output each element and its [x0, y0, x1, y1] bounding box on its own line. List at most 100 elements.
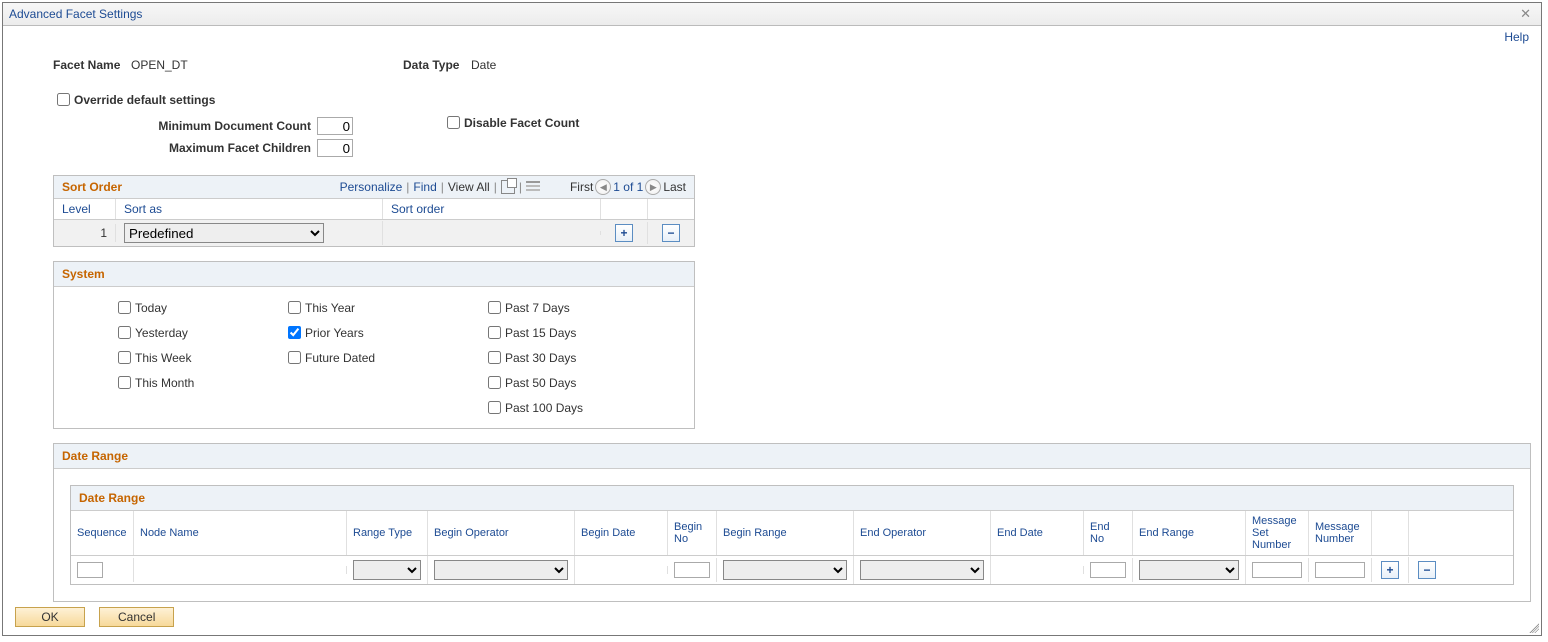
- zoom-icon[interactable]: [501, 180, 515, 194]
- col-end-date[interactable]: End Date: [991, 511, 1084, 555]
- begin-range-select[interactable]: [723, 560, 847, 580]
- content-area: Facet Name OPEN_DT Data Type Date Overri…: [3, 44, 1541, 602]
- prior-years-checkbox[interactable]: [288, 326, 301, 339]
- col-sort-as: Sort as: [116, 199, 383, 219]
- past-50-checkbox[interactable]: [488, 376, 501, 389]
- past-30-label: Past 30 Days: [505, 351, 576, 365]
- this-month-label: This Month: [135, 376, 194, 390]
- yesterday-checkbox[interactable]: [118, 326, 131, 339]
- today-label: Today: [135, 301, 167, 315]
- prev-page-icon[interactable]: ◀: [595, 179, 611, 195]
- col-end-operator[interactable]: End Operator: [854, 511, 991, 555]
- col-end-range[interactable]: End Range: [1133, 511, 1246, 555]
- sort-row-level: 1: [54, 224, 116, 242]
- top-fields: Facet Name OPEN_DT Data Type Date: [53, 54, 1491, 76]
- end-no-input[interactable]: [1090, 562, 1126, 578]
- future-dated-checkbox[interactable]: [288, 351, 301, 364]
- date-range-outer-title: Date Range: [54, 444, 1530, 469]
- range-type-select[interactable]: [353, 560, 421, 580]
- future-dated-label: Future Dated: [305, 351, 375, 365]
- col-range-type[interactable]: Range Type: [347, 511, 428, 555]
- disable-facet-count-label: Disable Facet Count: [464, 116, 579, 130]
- personalize-link[interactable]: Personalize: [340, 180, 403, 194]
- date-range-columns: Sequence Node Name Range Type Begin Oper…: [71, 511, 1513, 556]
- facet-name-value: OPEN_DT: [131, 58, 188, 72]
- page-info: 1 of 1: [613, 180, 643, 194]
- first-label: First: [570, 180, 593, 194]
- override-default-label: Override default settings: [74, 93, 215, 107]
- date-range-inner-title: Date Range: [71, 486, 1513, 511]
- col-node-name[interactable]: Node Name: [134, 511, 347, 555]
- range-delete-button[interactable]: −: [1418, 561, 1436, 579]
- this-month-checkbox[interactable]: [118, 376, 131, 389]
- sequence-input[interactable]: [77, 562, 103, 578]
- min-doc-count-input[interactable]: [317, 117, 353, 135]
- add-row-button[interactable]: +: [615, 224, 633, 242]
- date-range-grid: Date Range Sequence Node Name Range Type…: [70, 485, 1514, 585]
- sort-order-grid: Sort Order Personalize | Find | View All…: [53, 175, 695, 247]
- col-begin-operator[interactable]: Begin Operator: [428, 511, 575, 555]
- sort-row-order: [383, 231, 601, 235]
- msg-set-input[interactable]: [1252, 562, 1302, 578]
- col-begin-range[interactable]: Begin Range: [717, 511, 854, 555]
- msg-num-input[interactable]: [1315, 562, 1365, 578]
- cancel-button[interactable]: Cancel: [99, 607, 174, 627]
- override-default-checkbox[interactable]: [57, 93, 70, 106]
- date-range-row: + −: [71, 556, 1513, 584]
- col-end-no[interactable]: End No: [1084, 511, 1133, 555]
- col-begin-no[interactable]: Begin No: [668, 511, 717, 555]
- download-grid-icon[interactable]: [526, 181, 540, 193]
- begin-operator-select[interactable]: [434, 560, 568, 580]
- delete-row-button[interactable]: −: [662, 224, 680, 242]
- this-week-checkbox[interactable]: [118, 351, 131, 364]
- end-range-select[interactable]: [1139, 560, 1239, 580]
- sort-columns: Level Sort as Sort order: [54, 199, 694, 220]
- this-week-label: This Week: [135, 351, 191, 365]
- last-label: Last: [663, 180, 686, 194]
- next-page-icon[interactable]: ▶: [645, 179, 661, 195]
- max-children-label: Maximum Facet Children: [169, 141, 311, 155]
- this-year-checkbox[interactable]: [288, 301, 301, 314]
- begin-date-cell: [575, 566, 668, 574]
- footer-buttons: OK Cancel: [15, 607, 174, 627]
- past-7-checkbox[interactable]: [488, 301, 501, 314]
- find-link[interactable]: Find: [413, 180, 436, 194]
- data-type-value: Date: [471, 58, 496, 72]
- close-icon[interactable]: ✕: [1516, 6, 1535, 22]
- prior-years-label: Prior Years: [305, 326, 364, 340]
- col-msg-set-number[interactable]: Message Set Number: [1246, 511, 1309, 555]
- past-100-checkbox[interactable]: [488, 401, 501, 414]
- sort-row: 1 Predefined + −: [54, 220, 694, 246]
- col-msg-number[interactable]: Message Number: [1309, 511, 1372, 555]
- col-begin-date[interactable]: Begin Date: [575, 511, 668, 555]
- today-checkbox[interactable]: [118, 301, 131, 314]
- ok-button[interactable]: OK: [15, 607, 85, 627]
- yesterday-label: Yesterday: [135, 326, 188, 340]
- help-row: Help: [3, 26, 1541, 44]
- begin-no-input[interactable]: [674, 562, 710, 578]
- end-operator-select[interactable]: [860, 560, 984, 580]
- past-15-label: Past 15 Days: [505, 326, 576, 340]
- dialog-window: Advanced Facet Settings ✕ Help Facet Nam…: [2, 2, 1542, 636]
- range-add-button[interactable]: +: [1381, 561, 1399, 579]
- view-all-text: View All: [448, 180, 490, 194]
- min-doc-count-label: Minimum Document Count: [158, 119, 311, 133]
- title-bar: Advanced Facet Settings ✕: [3, 3, 1541, 26]
- node-name-cell: [134, 566, 347, 574]
- col-sort-order: Sort order: [383, 199, 601, 219]
- col-sequence[interactable]: Sequence: [71, 511, 134, 555]
- past-7-label: Past 7 Days: [505, 301, 570, 315]
- sort-order-header: Sort Order Personalize | Find | View All…: [54, 176, 694, 199]
- sort-as-select[interactable]: Predefined: [124, 223, 324, 243]
- max-children-input[interactable]: [317, 139, 353, 157]
- help-link[interactable]: Help: [1504, 30, 1529, 44]
- past-30-checkbox[interactable]: [488, 351, 501, 364]
- disable-facet-count-checkbox[interactable]: [447, 116, 460, 129]
- sort-order-title: Sort Order: [62, 180, 122, 194]
- past-15-checkbox[interactable]: [488, 326, 501, 339]
- resize-grip-icon[interactable]: [1527, 621, 1539, 633]
- end-date-cell: [991, 566, 1084, 574]
- past-100-label: Past 100 Days: [505, 401, 583, 415]
- past-50-label: Past 50 Days: [505, 376, 576, 390]
- facet-name-label: Facet Name: [53, 58, 125, 72]
